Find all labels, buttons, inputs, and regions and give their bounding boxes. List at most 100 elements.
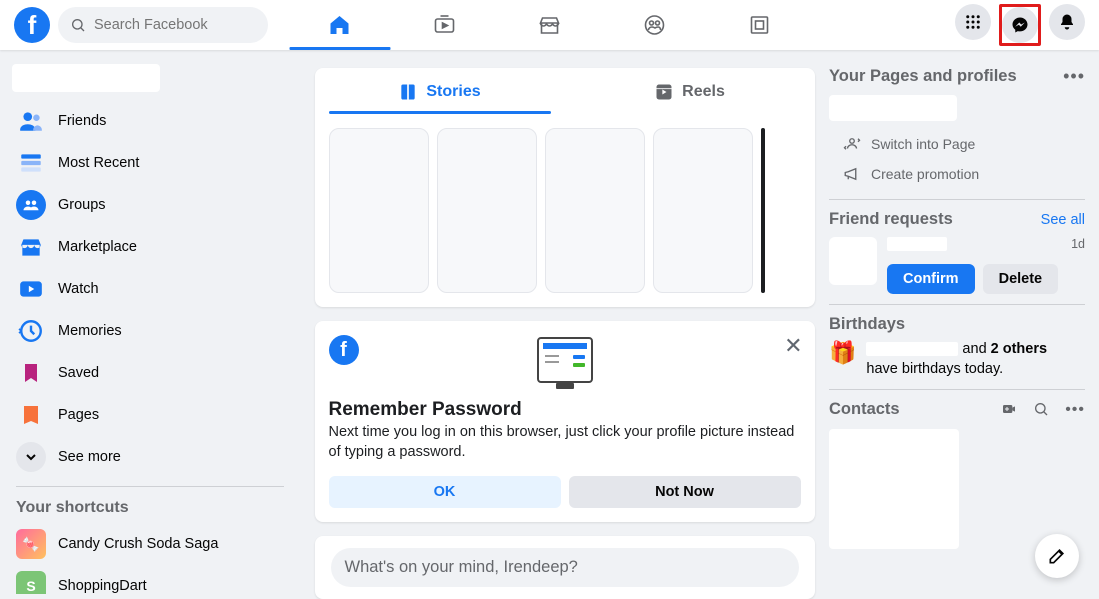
nav-label: Groups	[58, 197, 106, 213]
messenger-highlight	[999, 4, 1041, 46]
nav-most-recent[interactable]: Most Recent	[8, 142, 292, 184]
search-input[interactable]	[94, 17, 256, 33]
shortcut-candy-crush[interactable]: 🍬 Candy Crush Soda Saga	[8, 523, 292, 565]
right-sidebar: Your Pages and profiles ••• Switch into …	[829, 50, 1099, 594]
messenger-icon	[1011, 16, 1029, 34]
nav-label: Memories	[58, 323, 122, 339]
prompt-title: Remember Password	[329, 399, 801, 421]
nav-label: Watch	[58, 281, 99, 297]
story-item[interactable]	[329, 128, 429, 293]
facebook-mini-logo: f	[329, 335, 359, 365]
tab-watch[interactable]	[392, 0, 497, 50]
delete-button[interactable]: Delete	[983, 264, 1059, 294]
friend-name[interactable]	[887, 237, 947, 251]
tab-reels[interactable]: Reels	[565, 68, 815, 114]
left-sidebar: Friends Most Recent Groups Marketplace W…	[0, 50, 300, 594]
reels-label: Reels	[682, 83, 725, 101]
nav-see-more[interactable]: See more	[8, 436, 292, 478]
birthday-row[interactable]: 🎁 and 2 othershave birthdays today.	[829, 340, 1085, 379]
switch-page-link[interactable]: Switch into Page	[829, 129, 1085, 159]
right-divider	[829, 199, 1085, 200]
recent-icon	[16, 148, 46, 178]
saved-icon	[16, 358, 46, 388]
friend-requests-title: Friend requests	[829, 210, 953, 229]
top-header: f	[0, 0, 1099, 50]
avatar[interactable]	[829, 237, 877, 285]
compose-input[interactable]: What's on your mind, Irendeep?	[331, 548, 799, 587]
nav-friends[interactable]: Friends	[8, 100, 292, 142]
nav-saved[interactable]: Saved	[8, 352, 292, 394]
nav-label: See more	[58, 449, 121, 465]
tab-groups[interactable]	[602, 0, 707, 50]
page-card[interactable]	[829, 95, 957, 121]
nav-watch[interactable]: Watch	[8, 268, 292, 310]
ok-button[interactable]: OK	[329, 476, 561, 508]
nav-groups[interactable]: Groups	[8, 184, 292, 226]
messenger-button[interactable]	[1002, 7, 1038, 43]
birthday-name	[866, 342, 958, 356]
chevron-down-icon	[16, 442, 46, 472]
shortcuts-title: Your shortcuts	[8, 495, 292, 523]
edit-fab[interactable]	[1035, 534, 1079, 578]
stories-card: Stories Reels	[315, 68, 815, 307]
header-right	[955, 4, 1085, 46]
nav-label: Saved	[58, 365, 99, 381]
story-row[interactable]	[315, 114, 815, 307]
shortcut-label: Candy Crush Soda Saga	[58, 536, 218, 552]
tab-home[interactable]	[287, 0, 392, 50]
megaphone-icon	[843, 165, 861, 183]
reels-icon	[654, 82, 674, 102]
new-room-icon[interactable]	[1001, 401, 1017, 417]
close-icon[interactable]: ✕	[784, 333, 802, 359]
search-contacts-icon[interactable]	[1033, 401, 1049, 417]
story-item[interactable]	[761, 128, 765, 293]
friend-requests-header: Friend requests See all	[829, 210, 1085, 229]
compose-card: What's on your mind, Irendeep?	[315, 536, 815, 599]
shortcut-shoppingdart[interactable]: S ShoppingDart	[8, 565, 292, 594]
pages-title: Your Pages and profiles	[829, 67, 1017, 86]
friends-icon	[16, 106, 46, 136]
menu-button[interactable]	[955, 4, 991, 40]
right-divider	[829, 304, 1085, 305]
contacts-more-icon[interactable]: •••	[1065, 401, 1085, 419]
not-now-button[interactable]: Not Now	[569, 476, 801, 508]
story-item[interactable]	[545, 128, 645, 293]
nav-memories[interactable]: Memories	[8, 310, 292, 352]
tab-gaming[interactable]	[707, 0, 812, 50]
more-icon[interactable]: •••	[1063, 66, 1085, 87]
groups-icon	[643, 13, 667, 37]
tab-marketplace[interactable]	[497, 0, 602, 50]
header-tabs	[287, 0, 812, 50]
birthday-others: 2 others	[991, 341, 1047, 357]
pages-header: Your Pages and profiles •••	[829, 66, 1085, 87]
remember-password-card: ✕ f Remember Password Next time you log …	[315, 321, 815, 522]
story-item[interactable]	[437, 128, 537, 293]
tab-stories[interactable]: Stories	[315, 68, 565, 114]
facebook-logo[interactable]: f	[14, 7, 50, 43]
contact-card[interactable]	[829, 429, 959, 549]
confirm-button[interactable]: Confirm	[887, 264, 975, 294]
request-time: 1d	[1071, 237, 1085, 251]
profile-card[interactable]	[12, 64, 160, 92]
nav-marketplace[interactable]: Marketplace	[8, 226, 292, 268]
home-icon	[328, 13, 352, 37]
prompt-graphic	[329, 365, 801, 385]
watch-nav-icon	[16, 274, 46, 304]
story-item[interactable]	[653, 128, 753, 293]
create-promo-link[interactable]: Create promotion	[829, 159, 1085, 189]
contacts-header: Contacts •••	[829, 400, 1085, 419]
story-tabs: Stories Reels	[315, 68, 815, 114]
shortcut-label: ShoppingDart	[58, 578, 147, 594]
gaming-icon	[748, 13, 772, 37]
create-promo-label: Create promotion	[871, 166, 979, 182]
nav-label: Pages	[58, 407, 99, 423]
see-all-link[interactable]: See all	[1041, 212, 1085, 228]
nav-pages[interactable]: Pages	[8, 394, 292, 436]
notifications-button[interactable]	[1049, 4, 1085, 40]
nav-label: Marketplace	[58, 239, 137, 255]
right-divider	[829, 389, 1085, 390]
search-box[interactable]	[58, 7, 268, 43]
pages-icon	[16, 400, 46, 430]
sidebar-divider	[16, 486, 284, 487]
nav-label: Most Recent	[58, 155, 139, 171]
